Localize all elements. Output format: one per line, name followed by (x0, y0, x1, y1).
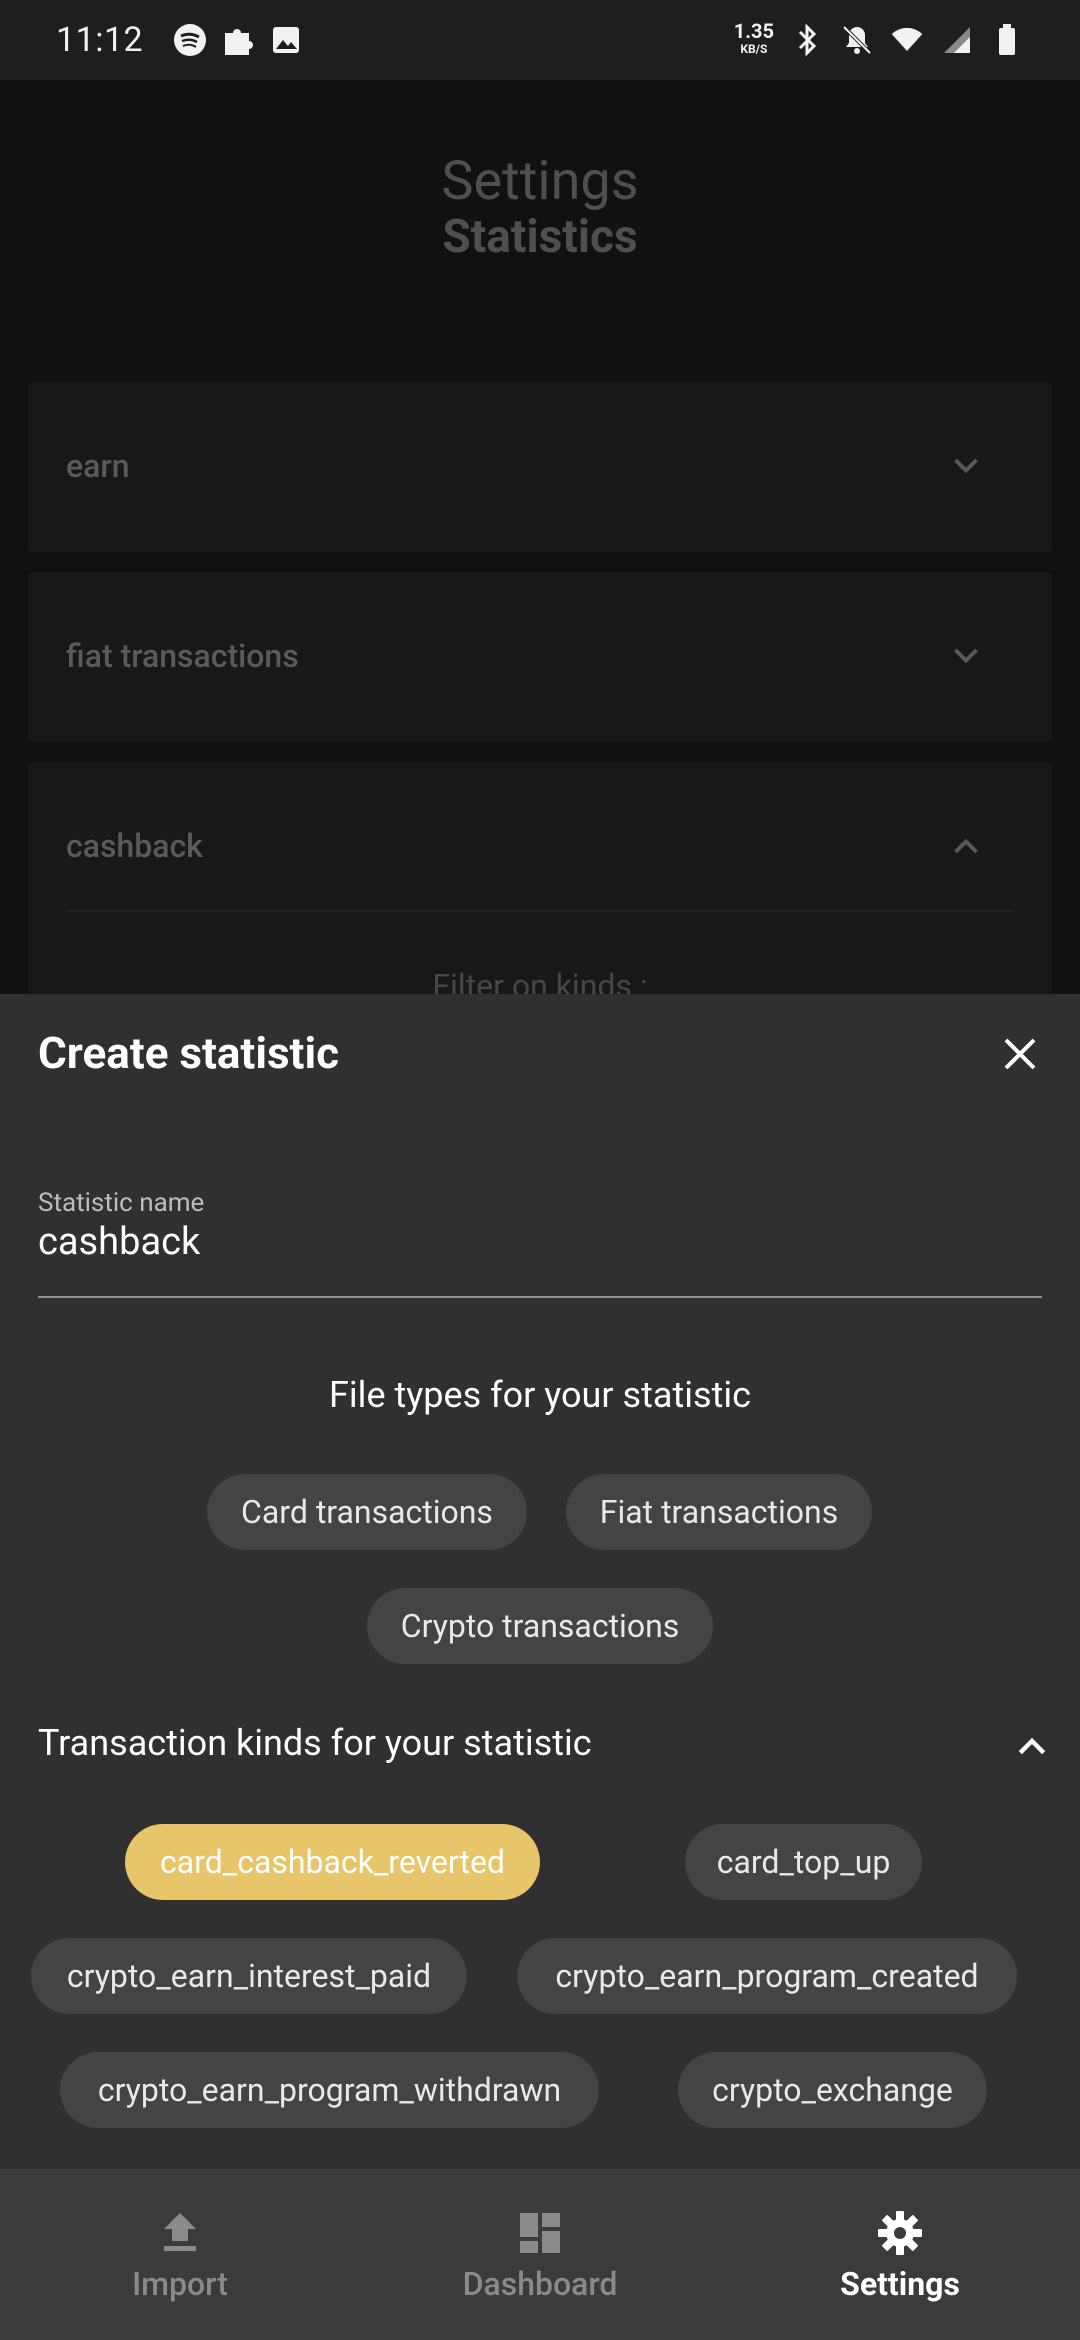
signal-icon (940, 23, 974, 57)
kind-chip-card-cashback-reverted[interactable]: card_cashback_reverted (125, 1824, 540, 1900)
puzzle-icon (221, 23, 255, 57)
nav-item-import[interactable]: Import (0, 2169, 360, 2340)
bottom-navigation: Import Dashboard Settings (0, 2169, 1080, 2340)
statistic-name-label: Statistic name (38, 1188, 205, 1218)
dashboard-icon (520, 2212, 560, 2253)
kinds-title: Transaction kinds for your statistic (38, 1722, 592, 1764)
chevron-up-icon[interactable] (1012, 1726, 1052, 1766)
close-button[interactable] (996, 1030, 1044, 1078)
close-icon (1004, 1038, 1036, 1070)
statistic-name-input[interactable]: cashback (38, 1220, 200, 1264)
gear-icon (878, 2210, 922, 2255)
file-type-chip-fiat-transactions[interactable]: Fiat transactions (566, 1474, 872, 1550)
status-bar: 11:12 1.35 KB/S (0, 0, 1080, 80)
battery-icon (990, 23, 1024, 57)
input-underline (38, 1296, 1042, 1298)
nav-label-settings: Settings (840, 2264, 960, 2303)
kind-chip-crypto-earn-interest-paid[interactable]: crypto_earn_interest_paid (31, 1938, 467, 2014)
bluetooth-icon (790, 23, 824, 57)
image-icon (269, 23, 303, 57)
file-types-title: File types for your statistic (329, 1374, 751, 1416)
kind-chip-crypto-exchange[interactable]: crypto_exchange (678, 2052, 987, 2128)
file-type-chip-card-transactions[interactable]: Card transactions (207, 1474, 527, 1550)
status-time: 11:12 (56, 20, 144, 60)
upload-icon (164, 2212, 196, 2251)
spotify-icon (173, 23, 207, 57)
file-type-chip-crypto-transactions[interactable]: Crypto transactions (367, 1588, 713, 1664)
net-speed: 1.35 KB/S (733, 19, 774, 56)
kind-chip-card-top-up[interactable]: card_top_up (685, 1824, 922, 1900)
kind-chip-crypto-earn-program-created[interactable]: crypto_earn_program_created (517, 1938, 1017, 2014)
nav-label-dashboard: Dashboard (462, 2264, 618, 2303)
wifi-icon (890, 23, 924, 57)
modal-scrim[interactable] (0, 80, 1080, 994)
nav-label-import: Import (132, 2264, 228, 2303)
create-statistic-sheet: Create statistic Statistic name cashback… (0, 994, 1080, 2169)
sheet-title: Create statistic (38, 1027, 340, 1079)
kind-chip-crypto-earn-program-withdrawn[interactable]: crypto_earn_program_withdrawn (60, 2052, 599, 2128)
notifications-off-icon (840, 23, 874, 57)
nav-item-dashboard[interactable]: Dashboard (360, 2169, 720, 2340)
nav-item-settings[interactable]: Settings (720, 2169, 1080, 2340)
